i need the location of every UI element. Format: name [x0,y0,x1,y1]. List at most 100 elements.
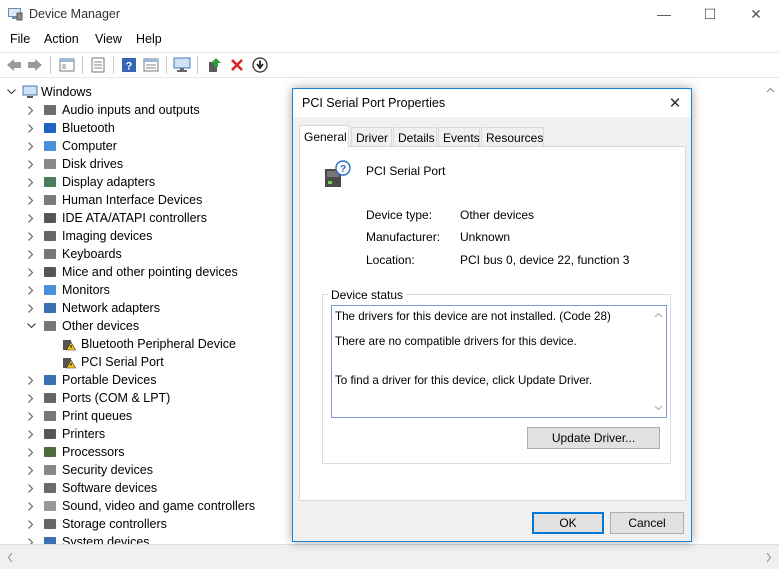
chevron-right-icon[interactable] [26,195,36,205]
chevron-right-icon[interactable] [26,177,36,187]
chevron-right-icon[interactable] [26,537,36,544]
device-status-textbox[interactable]: The drivers for this device are not inst… [331,305,667,418]
close-icon[interactable]: ✕ [665,94,685,112]
tree-item[interactable]: IDE ATA/ATAPI controllers [26,209,207,227]
menu-action[interactable]: Action [44,32,79,46]
menu-help[interactable]: Help [136,32,162,46]
update-driver-button[interactable]: Update Driver... [527,427,660,449]
tree-item[interactable]: Storage controllers [26,515,167,533]
chevron-right-icon[interactable] [26,141,36,151]
close-window-button[interactable]: ✕ [733,0,779,28]
tree-item[interactable]: Other devices [26,317,139,335]
tree-item[interactable]: Mice and other pointing devices [26,263,238,281]
tree-item[interactable]: Human Interface Devices [26,191,202,209]
monitor-icon[interactable] [172,55,192,75]
chevron-right-icon[interactable] [26,105,36,115]
chevron-right-icon[interactable] [26,429,36,439]
chevron-right-icon[interactable] [26,393,36,403]
chevron-right-icon[interactable] [26,375,36,385]
forward-icon[interactable] [25,55,45,75]
tab-resources[interactable]: Resources [481,127,544,147]
update-driver-icon[interactable] [204,55,224,75]
tree-child-item[interactable]: Bluetooth Peripheral Device [62,335,236,353]
chevron-right-icon[interactable] [26,159,36,169]
chevron-right-icon[interactable] [26,231,36,241]
view-icon[interactable] [141,55,161,75]
tree-item[interactable]: Sound, video and game controllers [26,497,255,515]
tree-item[interactable]: Display adapters [26,173,155,191]
tree-item[interactable]: Bluetooth [26,119,115,137]
help-icon[interactable]: ? [119,55,139,75]
chevron-right-icon[interactable] [26,303,36,313]
chevron-right-icon[interactable] [26,411,36,421]
device-category-icon [43,481,57,495]
device-category-icon [43,193,57,207]
tree-item[interactable]: Keyboards [26,245,122,263]
device-category-icon [43,121,57,135]
menu-file[interactable]: File [10,32,30,46]
device-category-icon [43,319,57,333]
tree-item[interactable]: Security devices [26,461,153,479]
chevron-right-icon[interactable] [26,465,36,475]
tree-child-item[interactable]: PCI Serial Port [62,353,164,371]
chevron-right-icon[interactable] [26,285,36,295]
device-manager-icon [8,8,23,21]
chevron-down-icon[interactable] [6,87,16,97]
tree-item[interactable]: Disk drives [26,155,123,173]
device-category-icon [43,445,57,459]
chevron-right-icon[interactable] [26,249,36,259]
device-category-icon [43,283,57,297]
ok-button[interactable]: OK [532,512,604,534]
general-tab-panel: ? PCI Serial Port Device type: Other dev… [299,146,686,501]
properties-icon[interactable] [88,55,108,75]
tree-item[interactable]: Portable Devices [26,371,157,389]
tree-item[interactable]: Monitors [26,281,110,299]
tab-driver[interactable]: Driver [351,127,392,147]
chevron-right-icon[interactable] [26,213,36,223]
chevron-right-icon[interactable] [26,123,36,133]
tab-events[interactable]: Events [438,127,480,147]
tree-item[interactable]: Imaging devices [26,227,152,245]
chevron-right-icon[interactable] [26,267,36,277]
tree-item[interactable]: Software devices [26,479,157,497]
tree-item[interactable]: Processors [26,443,125,461]
tree-item[interactable]: System devices [26,533,150,544]
minimize-button[interactable]: — [641,0,687,28]
scroll-up-icon[interactable] [762,84,779,96]
status-scrollbar[interactable] [650,307,667,417]
uninstall-icon[interactable] [227,55,247,75]
device-category-icon [43,517,57,531]
tree-item[interactable]: Ports (COM & LPT) [26,389,170,407]
chevron-down-icon[interactable] [26,321,36,331]
tree-item[interactable]: Audio inputs and outputs [26,101,200,119]
menu-view[interactable]: View [95,32,122,46]
horizontal-scrollbar[interactable] [0,544,779,569]
scroll-right-icon[interactable] [763,549,775,566]
chevron-right-icon[interactable] [26,483,36,493]
toolbar-separator [50,56,51,74]
tree-item-label: Monitors [62,283,110,297]
chevron-right-icon[interactable] [26,447,36,457]
tab-details[interactable]: Details [393,127,437,147]
scroll-up-icon[interactable] [650,310,667,320]
show-hide-icon[interactable] [57,55,77,75]
cancel-button[interactable]: Cancel [610,512,684,534]
tree-item-label: Computer [62,139,117,153]
toolbar-separator [166,56,167,74]
chevron-right-icon[interactable] [26,501,36,511]
tree-item[interactable]: Print queues [26,407,132,425]
maximize-button[interactable]: ☐ [687,0,733,28]
chevron-right-icon[interactable] [26,519,36,529]
scroll-left-icon[interactable] [4,549,16,566]
tree-item-label: Ports (COM & LPT) [62,391,171,405]
scroll-down-icon[interactable] [650,403,667,413]
back-icon[interactable] [4,55,24,75]
scan-icon[interactable] [250,55,270,75]
vertical-scrollbar[interactable] [762,80,779,544]
tab-general[interactable]: General [299,125,349,148]
tree-root[interactable]: Windows [6,83,92,101]
tree-item[interactable]: Network adapters [26,299,160,317]
tree-item[interactable]: Computer [26,137,117,155]
tree-item[interactable]: Printers [26,425,105,443]
device-category-icon [43,157,57,171]
